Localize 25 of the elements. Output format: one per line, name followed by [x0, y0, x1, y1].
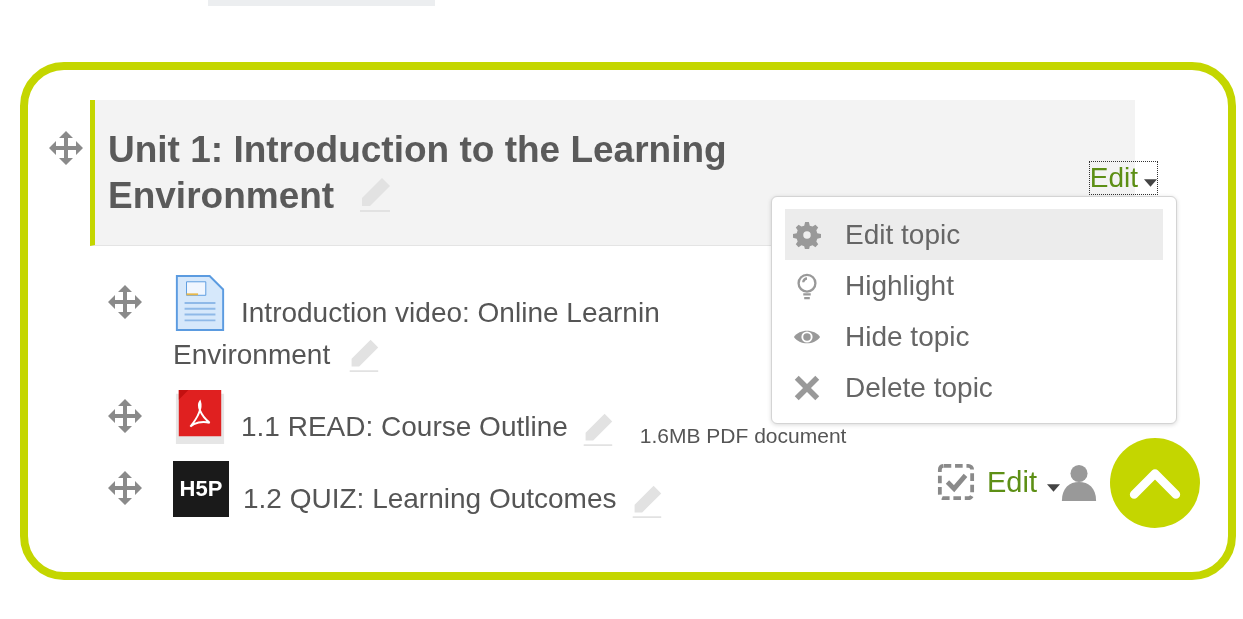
activity-link[interactable]: 1.1 READ: Course Outline [241, 408, 568, 446]
move-icon[interactable] [107, 284, 143, 320]
file-info: 1.6MB PDF document [639, 424, 847, 448]
activity-link[interactable]: Environment [173, 336, 331, 374]
h5p-logo: H5P [173, 461, 229, 517]
close-icon [793, 373, 821, 402]
edit-menu-link[interactable]: Edit [987, 465, 1060, 499]
menu-item[interactable]: Edit topic [785, 209, 1163, 260]
move-icon[interactable] [48, 130, 84, 166]
move-icon[interactable] [107, 398, 143, 434]
pdf-file-icon [173, 388, 227, 446]
checkbox-icon[interactable] [937, 463, 975, 501]
menu-item[interactable]: Highlight [785, 260, 1163, 311]
edit-menu-link[interactable]: Edit [1089, 161, 1157, 194]
activity-link[interactable]: 1.2 QUIZ: Learning Outcomes [243, 480, 617, 518]
activity-link[interactable]: Introduction video: Online Learnin [241, 294, 660, 332]
caret-icon [1144, 179, 1157, 188]
person-icon[interactable] [1060, 462, 1098, 502]
document-icon [173, 274, 227, 332]
menu-item[interactable]: Hide topic [785, 311, 1163, 362]
menu-item[interactable]: Delete topic [785, 362, 1163, 413]
gear-icon [793, 220, 821, 249]
caret-icon [1047, 483, 1060, 493]
move-icon[interactable] [107, 470, 143, 506]
section-title: Unit 1: Introduction to the Learning Environment [108, 127, 728, 218]
